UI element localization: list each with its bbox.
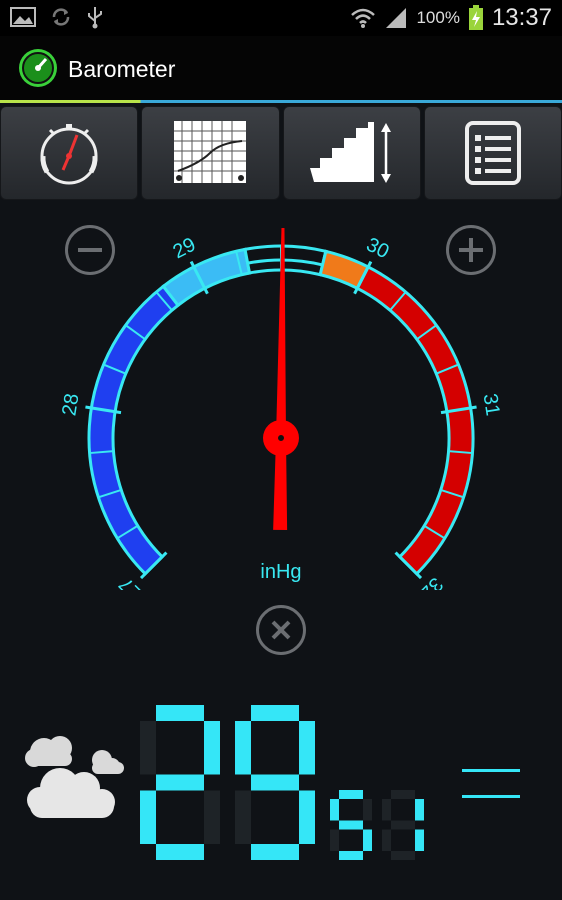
gauge-tick-label: 28 [58,392,83,417]
digit [140,705,220,860]
segment-e [330,829,339,851]
image-icon [10,7,36,27]
tab-list[interactable] [423,106,562,200]
segment-d [156,844,204,860]
segment-e [235,790,251,844]
tab-bar [0,106,562,200]
reset-button[interactable] [256,605,306,655]
analog-gauge-icon [40,124,98,185]
app-title: Barometer [68,56,176,82]
gauge-band [355,264,475,576]
status-bar: 100% 13:37 [0,0,562,36]
gauge-tick-label: 30 [363,234,393,264]
list-icon [464,121,521,185]
gauge-panel: 27 28 29 30 31 32 inHg [0,210,562,680]
digit [330,790,372,860]
tab-gauge[interactable] [0,106,139,200]
digit [382,790,424,860]
signal-icon [386,8,407,28]
steady-trend-icon [462,769,520,798]
segment-g [339,820,363,830]
gauge-tick-label: 29 [170,234,200,264]
segment-b [363,799,372,821]
segment-g [156,774,204,791]
sync-icon [52,8,70,26]
segment-c [363,829,372,851]
segment-c [299,790,315,844]
segment-a [391,790,415,799]
segment-e [140,790,156,844]
segment-g [391,820,415,830]
segment-a [156,705,204,721]
digit [235,705,315,860]
segment-d [391,851,415,860]
gauge-tick-label: 31 [478,392,503,417]
wifi-icon [351,8,376,28]
segment-b [299,721,315,775]
pressure-gauge: 272829 303132 inHg [58,227,504,590]
segment-f [382,799,391,821]
segment-b [415,799,424,821]
action-bar: Barometer [0,36,562,102]
segment-f [140,721,156,775]
action-bar-divider [0,100,562,103]
clock: 13:37 [491,4,552,31]
segment-g [251,774,299,791]
segment-c [415,829,424,851]
cloudy-icon [25,736,124,818]
segment-f [330,799,339,821]
segment-f [235,721,251,775]
battery-percent: 100% [416,8,460,27]
segment-b [204,721,220,775]
segment-a [251,705,299,721]
segment-d [251,844,299,860]
tab-graph[interactable] [141,106,280,200]
gauge-band [87,284,181,576]
close-circle-icon [271,620,291,640]
usb-icon [88,7,102,29]
segment-e [382,829,391,851]
battery-icon [468,5,483,30]
gauge-app-icon[interactable] [18,48,58,88]
gauge-needle [263,227,299,531]
unit-label: inHg [260,561,301,583]
stairs-altitude-icon [309,122,391,183]
segment-a [339,790,363,799]
graph-icon [174,121,247,183]
segment-c [204,790,220,844]
digital-readout [0,690,562,900]
pressure-display [140,705,424,860]
segment-d [339,851,363,860]
tab-altitude[interactable] [282,106,421,200]
